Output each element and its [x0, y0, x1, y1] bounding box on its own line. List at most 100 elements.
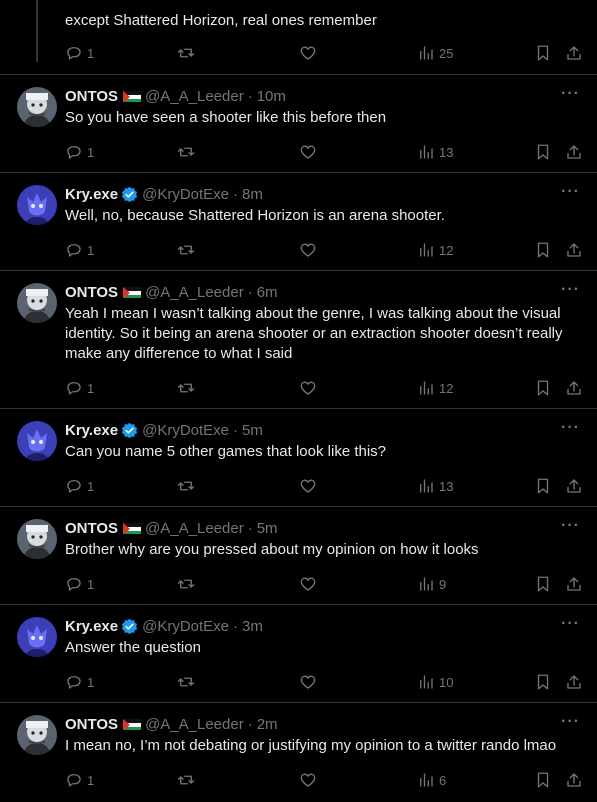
views-button[interactable]: 10 [417, 672, 453, 692]
author-handle[interactable]: @KryDotExe [142, 422, 229, 439]
author-handle[interactable]: @KryDotExe [142, 186, 229, 203]
author-handle[interactable]: @A_A_Leeder [145, 284, 244, 301]
bookmark-button[interactable] [534, 240, 552, 260]
reply-button[interactable]: 1 [65, 142, 94, 162]
author-handle[interactable]: @KryDotExe [142, 618, 229, 635]
views-count: 13 [439, 478, 454, 494]
avatar[interactable] [17, 421, 57, 461]
avatar[interactable] [17, 185, 57, 225]
post-time[interactable]: 3m [242, 618, 263, 635]
author-name[interactable]: ONTOS [65, 716, 118, 733]
post-time[interactable]: 5m [242, 422, 263, 439]
author-handle[interactable]: @A_A_Leeder [145, 88, 244, 105]
post-text: So you have seen a shooter like this bef… [65, 109, 387, 126]
views-button[interactable]: 13 [417, 142, 453, 162]
reply-icon [65, 771, 83, 789]
repost-button[interactable] [177, 770, 195, 790]
share-button[interactable] [565, 142, 583, 162]
share-button[interactable] [565, 43, 583, 63]
more-options-button[interactable]: ··· [561, 281, 580, 299]
like-button[interactable] [299, 142, 317, 162]
share-button[interactable] [565, 574, 583, 594]
views-button[interactable]: 12 [417, 240, 453, 260]
bookmark-button[interactable] [534, 43, 552, 63]
author-handle[interactable]: @A_A_Leeder [145, 520, 244, 537]
more-options-button[interactable]: ··· [561, 85, 580, 103]
more-options-button[interactable]: ··· [561, 713, 580, 731]
bookmark-button[interactable] [534, 142, 552, 162]
repost-icon [177, 575, 195, 593]
flag-icon [123, 522, 142, 534]
more-options-button[interactable]: ··· [561, 615, 580, 633]
views-icon [417, 143, 435, 161]
reply-button[interactable]: 1 [65, 378, 94, 398]
repost-button[interactable] [177, 476, 195, 496]
more-options-button[interactable]: ··· [561, 419, 580, 437]
bookmark-button[interactable] [534, 476, 552, 496]
author-name[interactable]: ONTOS [65, 88, 118, 105]
like-button[interactable] [299, 574, 317, 594]
share-button[interactable] [565, 378, 583, 398]
post-divider [0, 702, 597, 703]
reply-button[interactable]: 1 [65, 770, 94, 790]
avatar[interactable] [17, 283, 57, 323]
author-name[interactable]: Kry.exe [65, 186, 118, 203]
views-button[interactable]: 25 [417, 43, 453, 63]
like-button[interactable] [299, 672, 317, 692]
views-count: 9 [439, 576, 447, 592]
post-time[interactable]: 6m [257, 284, 278, 301]
author-name[interactable]: Kry.exe [65, 422, 118, 439]
share-button[interactable] [565, 672, 583, 692]
post-time[interactable]: 10m [257, 88, 286, 105]
views-button[interactable]: 6 [417, 770, 446, 790]
repost-button[interactable] [177, 142, 195, 162]
like-button[interactable] [299, 476, 317, 496]
repost-button[interactable] [177, 240, 195, 260]
avatar[interactable] [17, 617, 57, 657]
repost-button[interactable] [177, 43, 195, 63]
author-name[interactable]: Kry.exe [65, 618, 118, 635]
bookmark-button[interactable] [534, 770, 552, 790]
thread-line [36, 0, 38, 62]
share-button[interactable] [565, 770, 583, 790]
more-options-button[interactable]: ··· [561, 517, 580, 535]
bookmark-button[interactable] [534, 672, 552, 692]
reply-button[interactable]: 1 [65, 43, 94, 63]
repost-icon [177, 477, 195, 495]
repost-button[interactable] [177, 672, 195, 692]
reply-button[interactable]: 1 [65, 240, 94, 260]
like-button[interactable] [299, 240, 317, 260]
repost-button[interactable] [177, 574, 195, 594]
post-divider [0, 408, 597, 409]
bookmark-icon [534, 771, 552, 789]
views-count: 10 [439, 674, 454, 690]
share-button[interactable] [565, 240, 583, 260]
views-button[interactable]: 13 [417, 476, 453, 496]
views-button[interactable]: 9 [417, 574, 446, 594]
share-button[interactable] [565, 476, 583, 496]
like-button[interactable] [299, 43, 317, 63]
author-name[interactable]: ONTOS [65, 520, 118, 537]
avatar[interactable] [17, 519, 57, 559]
post-time[interactable]: 2m [257, 716, 278, 733]
post-text: Can you name 5 other games that look lik… [65, 443, 387, 460]
reply-button[interactable]: 1 [65, 476, 94, 496]
avatar[interactable] [17, 87, 57, 127]
bookmark-button[interactable] [534, 574, 552, 594]
post-time[interactable]: 8m [242, 186, 263, 203]
reply-button[interactable]: 1 [65, 574, 94, 594]
author-name[interactable]: ONTOS [65, 284, 118, 301]
post-text: I mean no, I’m not debating or justifyin… [65, 737, 557, 754]
author-handle[interactable]: @A_A_Leeder [145, 716, 244, 733]
bookmark-button[interactable] [534, 378, 552, 398]
avatar[interactable] [17, 715, 57, 755]
reply-button[interactable]: 1 [65, 672, 94, 692]
views-button[interactable]: 12 [417, 378, 453, 398]
post-time[interactable]: 5m [257, 520, 278, 537]
like-button[interactable] [299, 378, 317, 398]
more-options-button[interactable]: ··· [561, 183, 580, 201]
reply-icon [65, 241, 83, 259]
post-header: ONTOS @A_A_Leeder · 2m [65, 714, 278, 734]
like-button[interactable] [299, 770, 317, 790]
repost-button[interactable] [177, 378, 195, 398]
